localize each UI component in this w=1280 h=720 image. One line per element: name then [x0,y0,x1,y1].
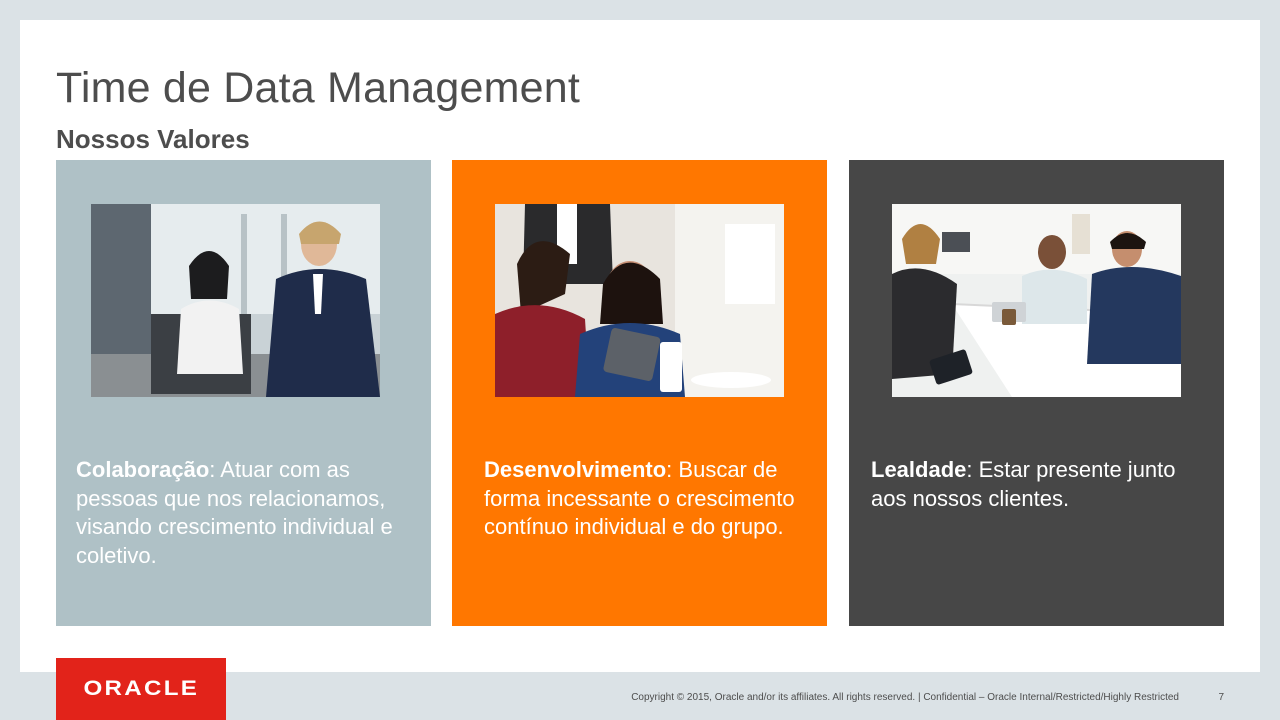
value-term: Lealdade [871,457,967,482]
value-text: Colaboração: Atuar com as pessoas que no… [76,456,421,570]
oracle-logo-text: ORACLE [83,677,199,700]
value-card-lealdade: Lealdade: Estar presente junto aos nosso… [849,160,1224,626]
value-card-colaboracao: Colaboração: Atuar com as pessoas que no… [56,160,431,626]
value-text: Desenvolvimento: Buscar de forma incessa… [484,456,814,542]
page-number: 7 [1218,692,1224,703]
value-term: Desenvolvimento [484,457,667,482]
slide-title: Time de Data Management [56,64,581,112]
value-term: Colaboração [76,457,210,482]
value-card-desenvolvimento: Desenvolvimento: Buscar de forma incessa… [452,160,827,626]
slide-subtitle: Nossos Valores [56,124,250,154]
photo-two-colleagues-conversation [91,204,380,397]
copyright-notice: Copyright © 2015, Oracle and/or its affi… [631,692,1179,703]
value-text: Lealdade: Estar presente junto aos nosso… [871,456,1216,513]
photo-team-looking-at-tablet [495,204,784,397]
photo-meeting-room-team [892,204,1181,397]
oracle-logo: ORACLE [56,658,226,720]
